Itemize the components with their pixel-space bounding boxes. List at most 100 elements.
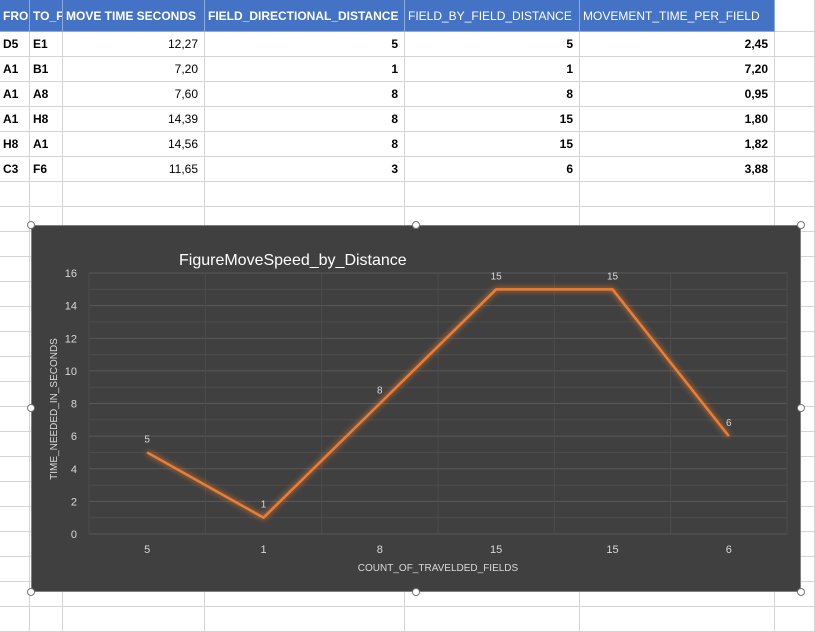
empty-cell[interactable] [0, 257, 30, 282]
header-cell-from[interactable]: FRO [0, 0, 30, 32]
empty-cell[interactable] [63, 607, 205, 632]
empty-cell[interactable] [775, 182, 815, 207]
directional-distance-cell[interactable]: 5 [205, 32, 405, 57]
empty-cell[interactable] [775, 157, 815, 182]
directional-distance-cell[interactable]: 1 [205, 57, 405, 82]
to-cell[interactable]: A1 [30, 132, 63, 157]
resize-handle-bottom-left[interactable] [27, 588, 35, 596]
field-distance-cell[interactable]: 6 [405, 157, 580, 182]
x-tick-label: 1 [260, 544, 266, 556]
y-axis-label: TIME_NEEDED_IN_SECONDS [49, 338, 60, 480]
empty-cell[interactable] [30, 182, 63, 207]
empty-cell[interactable] [0, 432, 30, 457]
resize-handle-top-right[interactable] [797, 221, 805, 229]
field-distance-cell[interactable]: 15 [405, 132, 580, 157]
y-tick-label: 14 [65, 301, 77, 313]
empty-cell[interactable] [0, 207, 30, 232]
to-cell[interactable]: F6 [30, 157, 63, 182]
time-per-field-cell[interactable]: 1,82 [580, 132, 775, 157]
move-time-cell[interactable]: 11,65 [63, 157, 205, 182]
directional-distance-cell[interactable]: 3 [205, 157, 405, 182]
empty-cell[interactable] [775, 57, 815, 82]
resize-handle-right[interactable] [797, 404, 805, 412]
empty-cell[interactable] [0, 532, 30, 557]
empty-cell[interactable] [0, 457, 30, 482]
empty-cell[interactable] [775, 82, 815, 107]
empty-cell[interactable] [775, 0, 815, 32]
from-cell[interactable]: H8 [0, 132, 30, 157]
move-time-cell[interactable]: 12,27 [63, 32, 205, 57]
move-time-cell[interactable]: 14,56 [63, 132, 205, 157]
empty-cell[interactable] [775, 32, 815, 57]
empty-cell[interactable] [0, 332, 30, 357]
empty-cell[interactable] [0, 482, 30, 507]
x-tick-label: 15 [490, 544, 502, 556]
x-axis-label: COUNT_OF_TRAVELDED_FIELDS [358, 563, 519, 574]
y-tick-label: 8 [71, 399, 77, 411]
empty-cell[interactable] [205, 182, 405, 207]
x-tick-label: 6 [726, 544, 732, 556]
move-time-cell[interactable]: 14,39 [63, 107, 205, 132]
from-cell[interactable]: C3 [0, 157, 30, 182]
empty-cell[interactable] [30, 607, 63, 632]
to-cell[interactable]: H8 [30, 107, 63, 132]
field-distance-cell[interactable]: 5 [405, 32, 580, 57]
empty-cell[interactable] [0, 182, 30, 207]
resize-handle-top-left[interactable] [27, 221, 35, 229]
directional-distance-cell[interactable]: 8 [205, 132, 405, 157]
directional-distance-cell[interactable]: 8 [205, 82, 405, 107]
data-label: 6 [726, 418, 732, 429]
directional-distance-cell[interactable]: 8 [205, 107, 405, 132]
empty-cell[interactable] [205, 607, 405, 632]
empty-cell[interactable] [580, 607, 775, 632]
empty-cell[interactable] [0, 582, 30, 607]
empty-cell[interactable] [405, 182, 580, 207]
header-cell-time-per-field[interactable]: MOVEMENT_TIME_PER_FIELD [580, 0, 775, 32]
empty-cell[interactable] [0, 557, 30, 582]
from-cell[interactable]: A1 [0, 107, 30, 132]
header-cell-field-by-field[interactable]: FIELD_BY_FIELD_DISTANCE [405, 0, 580, 32]
to-cell[interactable]: E1 [30, 32, 63, 57]
move-time-cell[interactable]: 7,60 [63, 82, 205, 107]
field-distance-cell[interactable]: 15 [405, 107, 580, 132]
empty-cell[interactable] [0, 357, 30, 382]
empty-row [0, 607, 815, 632]
x-tick-label: 5 [144, 544, 150, 556]
empty-cell[interactable] [63, 182, 205, 207]
header-cell-to[interactable]: TO_F [30, 0, 63, 32]
time-per-field-cell[interactable]: 1,80 [580, 107, 775, 132]
resize-handle-bottom[interactable] [412, 588, 420, 596]
time-per-field-cell[interactable]: 0,95 [580, 82, 775, 107]
resize-handle-bottom-right[interactable] [797, 588, 805, 596]
move-time-cell[interactable]: 7,20 [63, 57, 205, 82]
resize-handle-left[interactable] [27, 404, 35, 412]
data-label: 1 [261, 500, 267, 511]
from-cell[interactable]: A1 [0, 57, 30, 82]
empty-cell[interactable] [775, 607, 815, 632]
empty-cell[interactable] [775, 107, 815, 132]
empty-cell[interactable] [0, 607, 30, 632]
from-cell[interactable]: D5 [0, 32, 30, 57]
empty-cell[interactable] [0, 282, 30, 307]
field-distance-cell[interactable]: 1 [405, 57, 580, 82]
header-cell-directional-distance[interactable]: FIELD_DIRECTIONAL_DISTANCE [205, 0, 405, 32]
data-label: 8 [377, 386, 383, 397]
field-distance-cell[interactable]: 8 [405, 82, 580, 107]
header-cell-move-time[interactable]: MOVE TIME SECONDS [63, 0, 205, 32]
empty-cell[interactable] [0, 307, 30, 332]
to-cell[interactable]: B1 [30, 57, 63, 82]
empty-cell[interactable] [775, 132, 815, 157]
time-per-field-cell[interactable]: 3,88 [580, 157, 775, 182]
from-cell[interactable]: A1 [0, 82, 30, 107]
empty-cell[interactable] [0, 407, 30, 432]
time-per-field-cell[interactable]: 7,20 [580, 57, 775, 82]
to-cell[interactable]: A8 [30, 82, 63, 107]
empty-cell[interactable] [405, 607, 580, 632]
time-per-field-cell[interactable]: 2,45 [580, 32, 775, 57]
empty-cell[interactable] [0, 382, 30, 407]
empty-cell[interactable] [0, 232, 30, 257]
line-chart[interactable]: FigureMoveSpeed_by_Distance 024681012141… [31, 225, 801, 592]
resize-handle-top[interactable] [412, 221, 420, 229]
empty-cell[interactable] [0, 507, 30, 532]
empty-cell[interactable] [580, 182, 775, 207]
